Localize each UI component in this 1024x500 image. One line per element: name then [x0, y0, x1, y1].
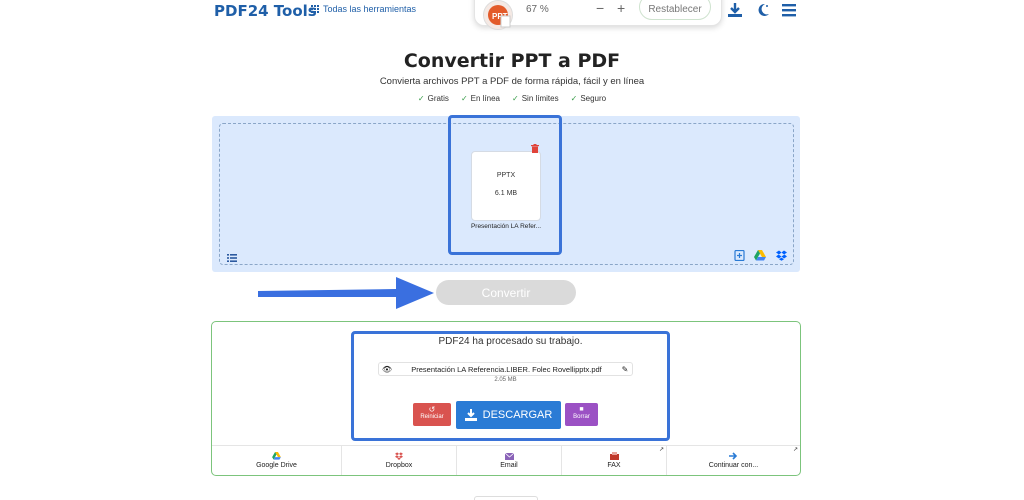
dropbox-icon[interactable]: [776, 248, 787, 261]
arrow-right-icon: [729, 452, 738, 460]
check-icon: ✓: [570, 94, 578, 103]
service-email[interactable]: Email: [457, 446, 562, 475]
output-file-size: 2.05 MB: [494, 377, 517, 383]
check-icon: ✓: [417, 94, 425, 103]
dropbox-icon: [395, 452, 403, 460]
convert-button[interactable]: Convertir: [436, 280, 576, 305]
check-icon: ✓: [460, 94, 468, 103]
service-continue[interactable]: ↗ Continuar con...: [667, 446, 800, 475]
email-icon: [504, 452, 514, 460]
zoom-level: 67 %: [526, 4, 549, 15]
add-file-icon[interactable]: [734, 248, 745, 262]
restart-icon: ↺: [428, 405, 436, 414]
rename-pencil-icon[interactable]: ✎: [618, 365, 632, 374]
dark-mode-icon[interactable]: [755, 2, 771, 18]
page-subtitle: Convierta archivos PPT a PDF de forma rá…: [379, 76, 645, 87]
grid-icon: [311, 5, 319, 13]
annotation-arrow-icon: [256, 272, 436, 314]
processed-message: PDF24 ha procesado su trabajo.: [438, 336, 583, 347]
expand-arrow-icon: ↗: [792, 447, 798, 453]
restart-button[interactable]: ↺ Reiniciar: [413, 403, 451, 426]
menu-icon[interactable]: [781, 2, 797, 18]
output-file-row: 👁 Presentación LA Referencia.LIBER. Fole…: [378, 362, 633, 376]
feature-item: ✓ Seguro: [570, 94, 607, 103]
service-google-drive[interactable]: Google Drive: [212, 446, 342, 475]
zoom-out-button[interactable]: −: [596, 0, 604, 16]
list-view-icon[interactable]: [227, 249, 237, 262]
zoom-in-button[interactable]: +: [617, 0, 625, 16]
feature-list: ✓ Gratis ✓ En línea ✓ Sin límites ✓ Seguro: [0, 94, 1024, 103]
logo[interactable]: PDF24 Tools: [214, 2, 317, 20]
service-fax[interactable]: ↗ FAX: [562, 446, 667, 475]
page-title: Convertir PPT a PDF: [403, 50, 621, 72]
trash-icon: ■: [579, 406, 584, 413]
fax-icon: [609, 452, 619, 460]
check-icon: ✓: [512, 94, 519, 103]
google-drive-icon[interactable]: [754, 248, 766, 261]
download-icon: [464, 409, 477, 421]
bottom-tab: [474, 496, 538, 500]
feature-item: ✓ Sin límites: [512, 94, 559, 103]
service-dropbox[interactable]: Dropbox: [342, 446, 457, 475]
download-button[interactable]: DESCARGAR: [456, 401, 561, 429]
feature-item: ✓ Gratis: [417, 94, 449, 103]
all-tools-label: Todas las herramientas: [323, 4, 417, 14]
all-tools-link[interactable]: Todas las herramientas: [311, 4, 416, 14]
share-services-row: Google Drive Dropbox Email ↗ FAX ↗ Conti…: [212, 445, 800, 475]
ppt-logo-icon: PPT: [483, 0, 513, 30]
output-file-name: Presentación LA Referencia.LIBER. Folec …: [411, 364, 602, 374]
external-arrow-icon: ↗: [658, 447, 664, 453]
highlight-box-file: [448, 115, 562, 255]
download-app-icon[interactable]: [727, 2, 743, 18]
delete-button[interactable]: ■ Borrar: [565, 403, 598, 426]
preview-eye-icon[interactable]: 👁: [379, 365, 395, 374]
feature-item: ✓ En línea: [460, 94, 500, 103]
reset-zoom-button[interactable]: Restablecer: [639, 0, 711, 20]
google-drive-icon: [272, 452, 281, 460]
